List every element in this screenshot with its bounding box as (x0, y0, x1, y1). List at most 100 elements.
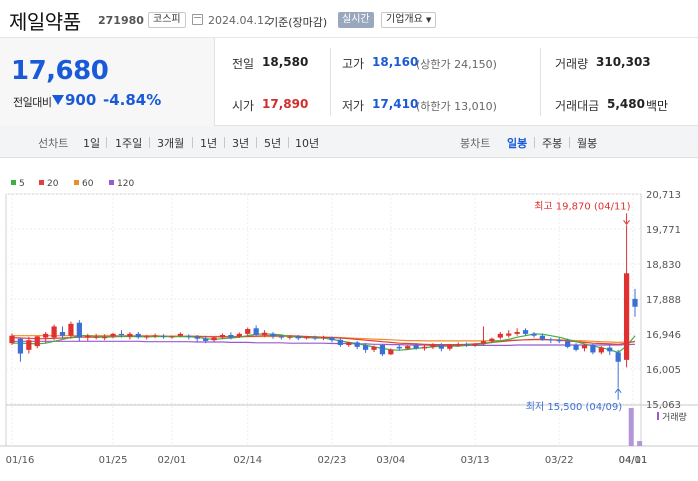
current-price: 17,680 (11, 56, 109, 86)
candle (623, 225, 630, 368)
change-label: 전일대비 (13, 96, 52, 109)
candle-body (539, 335, 546, 340)
candle-body (135, 333, 141, 338)
candle (76, 320, 82, 342)
candle-body (152, 335, 158, 337)
quote-date: 2024.04.12 (208, 14, 271, 27)
candle (421, 345, 428, 351)
candle (346, 341, 352, 347)
period-1d[interactable]: 1일 (83, 135, 100, 151)
candle (607, 345, 613, 356)
trade-value-label: 거래대금 (555, 99, 600, 113)
period-5y[interactable]: 5년 (264, 135, 281, 151)
company-info-label: 기업개요 (386, 14, 423, 25)
candle (245, 327, 251, 336)
candle (26, 336, 32, 354)
upper-limit: (상한가 24,150) (416, 58, 497, 71)
candle-body (93, 336, 99, 338)
candle-weekly[interactable]: 주봉 (542, 135, 562, 151)
candle (253, 325, 259, 337)
volume-value: 310,303 (596, 55, 651, 69)
volume-bar (628, 408, 634, 446)
candle-body (632, 298, 638, 307)
current-price-box: 17,680 전일대비 900 -4.84% (0, 38, 215, 126)
legend-ma120: 120 (109, 179, 134, 189)
divider (540, 48, 541, 116)
candle (556, 337, 562, 344)
period-3y[interactable]: 3년 (232, 135, 249, 151)
candle (320, 335, 327, 341)
stock-name: 제일약품 (9, 10, 81, 34)
candle (337, 338, 343, 347)
realtime-button[interactable]: 실시간 (338, 12, 374, 28)
divider (149, 137, 150, 148)
candle-body (565, 341, 571, 347)
candle-body (405, 346, 411, 349)
candle-body (480, 341, 487, 344)
candle-body (270, 333, 276, 337)
period-1w[interactable]: 1주일 (115, 135, 142, 151)
candle-body (379, 345, 386, 355)
candle-body (160, 335, 167, 337)
candle-body (320, 337, 327, 339)
candle-body (497, 333, 503, 338)
y-tick-label: 15,063 (646, 400, 681, 411)
candle (522, 328, 529, 336)
period-1y[interactable]: 1년 (200, 135, 217, 151)
chart-toolbar: 선차트 1일 1주일 3개월 1년 3년 5년 10년 봉차트 일봉 주봉 월봉 (0, 126, 698, 158)
candle-body (127, 333, 133, 337)
divider (106, 137, 107, 148)
candle-body (346, 342, 352, 346)
candle-body (144, 336, 150, 338)
divider (192, 137, 193, 148)
candle-body (34, 336, 40, 347)
candle-body (118, 333, 125, 335)
candle-body (228, 334, 234, 338)
period-10y[interactable]: 10년 (295, 135, 319, 151)
x-tick-label: 02/01 (158, 455, 187, 466)
candle-body (295, 336, 301, 339)
candle-body (548, 339, 554, 341)
candle-body (169, 336, 175, 338)
x-tick-label: 02/14 (233, 455, 262, 466)
candle-monthly[interactable]: 월봉 (577, 135, 597, 151)
candle-body (607, 347, 613, 352)
x-tick-label: 03/22 (545, 455, 574, 466)
candle-daily[interactable]: 일봉 (507, 135, 527, 151)
candle (514, 328, 520, 336)
candle-body (371, 346, 377, 350)
candle-body (26, 340, 32, 350)
candle-body (522, 330, 529, 334)
candle-body (329, 337, 335, 341)
candle-body (430, 345, 436, 347)
candle (152, 333, 158, 338)
candle-body (312, 337, 318, 339)
candle-body (413, 345, 419, 349)
high-label: 고가 (342, 57, 365, 71)
x-tick-label: 01/16 (6, 455, 35, 466)
candle-body (245, 329, 251, 334)
candle-body (101, 337, 108, 339)
candle (219, 333, 226, 339)
quote-basis: 기준(장마감) (268, 16, 328, 29)
candle-body (421, 346, 428, 349)
company-info-button[interactable]: 기업개요 ▼ (381, 12, 437, 28)
stock-code: 271980 (98, 14, 144, 27)
candle (127, 332, 133, 340)
open-value: 17,890 (262, 97, 309, 111)
candle-body (51, 326, 57, 338)
candle (379, 343, 386, 357)
trade-value-unit: 백만 (646, 99, 669, 113)
divider (569, 137, 570, 148)
candlestick-chart: 20,713 19,771 18,830 17,888 16,946 16,005 15,0… (0, 190, 698, 466)
candle (548, 337, 554, 344)
y-tick-label: 17,888 (646, 295, 681, 306)
candle-body (455, 344, 461, 346)
candle-body (304, 337, 310, 339)
candle (531, 332, 537, 338)
price-change-percent: -4.84% (103, 91, 162, 109)
period-3m[interactable]: 3개월 (157, 135, 184, 151)
candle-body (203, 338, 209, 341)
candle-body (506, 333, 512, 336)
candle-body (337, 339, 343, 346)
